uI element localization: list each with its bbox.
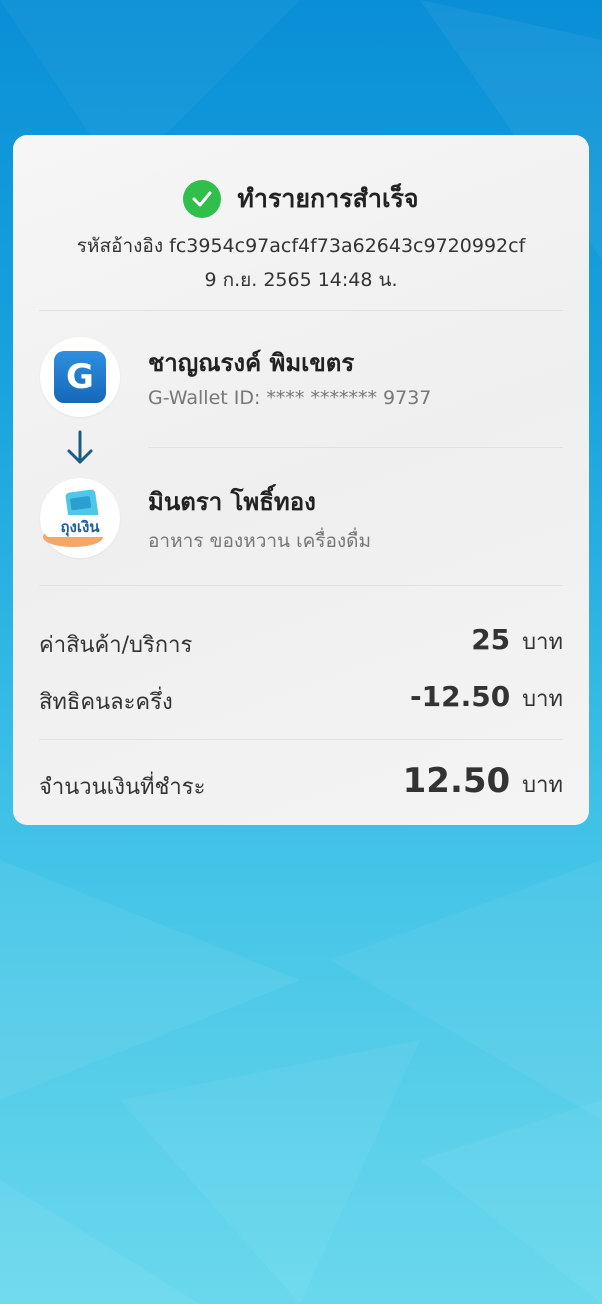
currency-unit: บาท — [522, 687, 563, 712]
sender-wallet-id: G-Wallet ID: **** ******* 9737 — [148, 387, 432, 409]
arrow-down-icon — [67, 430, 93, 464]
recipient-avatar: ถุงเงิน — [40, 478, 120, 558]
transaction-datetime: 9 ก.ย. 2565 14:48 น. — [204, 269, 398, 291]
currency-unit: บาท — [522, 630, 563, 655]
total-amount: 12.50 — [402, 761, 511, 801]
success-check-icon — [183, 180, 222, 218]
product-amount: 25 — [471, 623, 511, 656]
status-text: ทำรายการสำเร็จ — [237, 184, 419, 213]
currency-unit: บาท — [522, 773, 563, 798]
transaction-receipt-card: ทำรายการสำเร็จ รหัสอ้างอิง fc3954c97acf4… — [13, 135, 589, 825]
sender-avatar: G — [40, 337, 120, 417]
total-value: 12.50 บาท — [403, 761, 563, 802]
divider — [39, 739, 563, 740]
recipient-name: มินตรา โพธิ์ทอง — [148, 488, 316, 516]
g-wallet-logo: G — [54, 351, 106, 403]
recipient-category: อาหาร ของหวาน เครื่องดื่ม — [148, 530, 372, 552]
reference-code: รหัสอ้างอิง fc3954c97acf4f73a62643c97209… — [76, 235, 526, 257]
item-label-half-half: สิทธิคนละครึ่ง — [39, 690, 173, 715]
sender-name: ชาญณรงค์ พิมเขตร — [148, 349, 355, 377]
discount-amount: -12.50 — [409, 680, 511, 713]
divider — [148, 447, 563, 448]
divider — [39, 310, 563, 311]
item-value-product: 25 บาท — [471, 623, 563, 659]
item-value-half-half: -12.50 บาท — [410, 680, 563, 716]
recipient-logo-text: ถุงเงิน — [60, 518, 100, 537]
item-label-product: ค่าสินค้า/บริการ — [39, 633, 193, 658]
transaction-status: ทำรายการสำเร็จ — [13, 179, 589, 219]
thung-ngoen-logo: ถุงเงิน — [43, 489, 115, 547]
total-label: จำนวนเงินที่ชำระ — [39, 775, 206, 800]
divider — [39, 585, 563, 586]
